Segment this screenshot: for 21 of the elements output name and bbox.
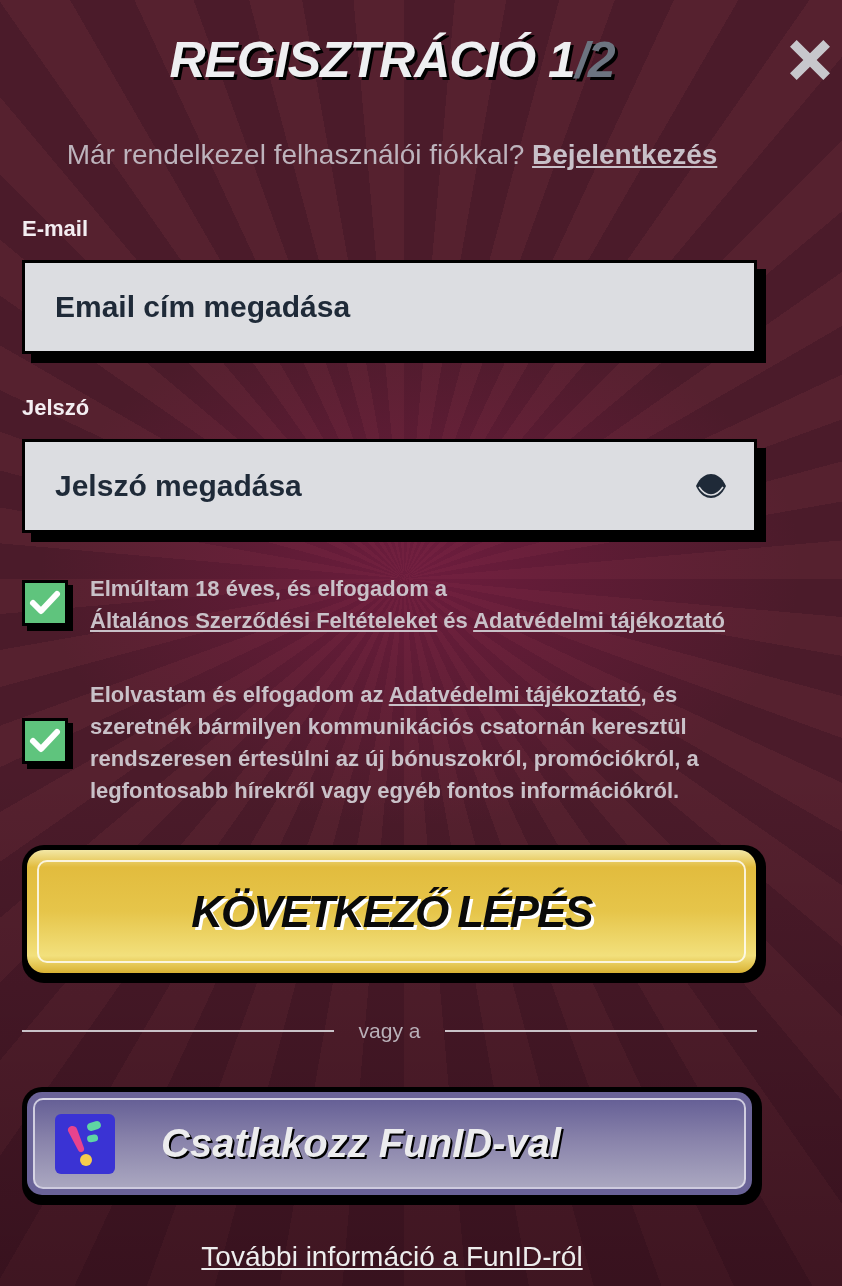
dialog-title: REGISZTRÁCIÓ 1/2 xyxy=(168,31,616,90)
field-label: Jelszó xyxy=(22,396,91,420)
email-field[interactable]: Email cím megadása xyxy=(22,260,766,363)
consent-link[interactable]: Adatvédelmi tájékoztató xyxy=(388,682,641,707)
password-field[interactable]: Jelszó megadása xyxy=(22,439,766,542)
consent-text: Elmúltam 18 éves, és elfogadom a Általános Szerződési Feltételeket és Adatvédelmi tájékoztató xyxy=(90,575,726,635)
divider-text: vagy a xyxy=(357,1019,422,1043)
consent-link[interactable]: Általános Szerződési Feltételeket xyxy=(90,608,438,633)
login-link[interactable]: Bejelentkezés xyxy=(532,139,718,170)
funid-info-link[interactable]: További információ a FunID-ról xyxy=(201,1242,583,1272)
checkbox[interactable] xyxy=(22,717,73,769)
consent-link[interactable]: Adatvédelmi tájékoztató xyxy=(473,608,725,633)
next-step-button[interactable]: KÖVETKEZŐ LÉPÉS xyxy=(22,845,766,983)
eye-icon[interactable] xyxy=(695,473,727,499)
close-icon xyxy=(790,40,830,80)
field-label: E-mail xyxy=(22,217,90,241)
checkbox[interactable] xyxy=(22,579,73,631)
close-button[interactable] xyxy=(790,40,830,80)
login-prompt: Már rendelkezel felhasználói fiókkal? Bejelentkezés xyxy=(65,140,719,170)
exclamation-logo-icon xyxy=(55,1113,115,1174)
consent-text: Elolvastam és elfogadom az Adatvédelmi tájékoztató, és szeretnék bármilyen kommunikációs csatornán keresztül rendszeresen értesülni az új bónuszokról, promóciókról, a legfontosabb hírekről vagy egyéb fontos információkról. xyxy=(90,681,700,805)
